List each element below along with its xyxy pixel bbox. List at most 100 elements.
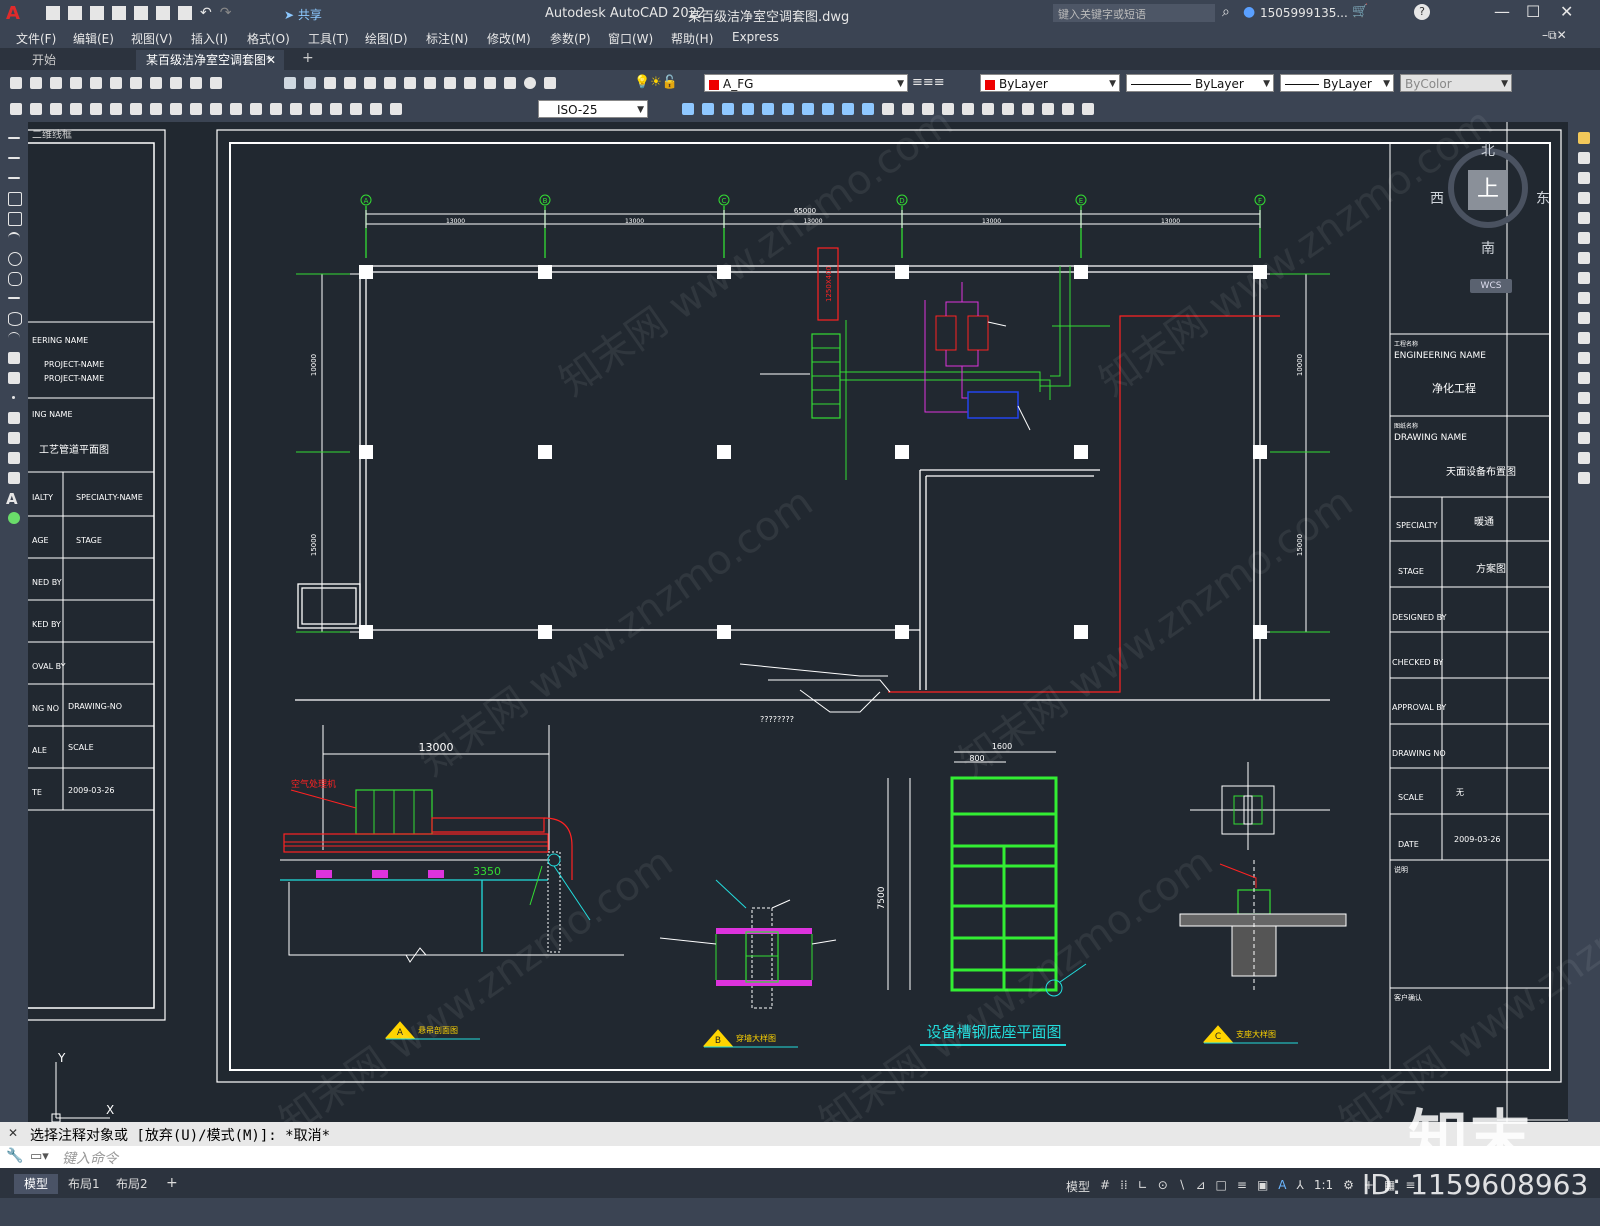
viewcube[interactable]: 上 北 南 西 东 — [1430, 143, 1550, 270]
menu-window[interactable]: 窗口(W) — [608, 30, 653, 47]
polygon-icon[interactable] — [6, 190, 22, 206]
rectangle-icon[interactable] — [6, 210, 22, 226]
construction-line-icon[interactable] — [6, 150, 22, 166]
new-tab-icon[interactable]: + — [302, 50, 314, 66]
dim-aligned-icon[interactable] — [28, 101, 44, 117]
mtext-icon[interactable]: A — [6, 490, 22, 508]
scale-value[interactable]: 1:1 — [1314, 1178, 1333, 1192]
menu-express[interactable]: Express — [732, 30, 779, 44]
qnew-icon[interactable] — [8, 75, 24, 91]
circle-icon[interactable] — [6, 250, 22, 266]
realistic-icon[interactable] — [940, 101, 956, 117]
dim-diameter-icon[interactable] — [128, 101, 144, 117]
wcs-button[interactable]: WCS — [1470, 279, 1512, 293]
blend-icon[interactable] — [1576, 450, 1592, 466]
brush-icon[interactable] — [208, 75, 224, 91]
help-tb-icon[interactable] — [522, 75, 538, 91]
dim-arc-icon[interactable] — [48, 101, 64, 117]
menu-insert[interactable]: 插入(I) — [191, 30, 228, 47]
open-icon[interactable] — [68, 6, 82, 20]
center-mark-icon[interactable] — [288, 101, 304, 117]
user-name[interactable]: 1505999135... — [1260, 6, 1348, 20]
redo-icon[interactable]: ↷ — [220, 6, 232, 20]
trim-icon[interactable] — [1576, 310, 1592, 326]
wireframe-icon[interactable] — [900, 101, 916, 117]
array-icon[interactable] — [1576, 210, 1592, 226]
extend-icon[interactable] — [1576, 330, 1592, 346]
tab-start[interactable]: 开始 — [14, 50, 134, 70]
ellipse-icon[interactable] — [6, 310, 22, 326]
menu-tools[interactable]: 工具(T) — [308, 30, 349, 47]
new-icon[interactable] — [46, 6, 60, 20]
tolerance-icon[interactable] — [268, 101, 284, 117]
tool-palette-icon[interactable] — [442, 75, 458, 91]
view-se-icon[interactable] — [820, 101, 836, 117]
layout-tab-1[interactable]: 布局1 — [58, 1174, 110, 1194]
viewcube-face-top[interactable]: 上 — [1468, 170, 1508, 210]
viewcube-east[interactable]: 东 — [1536, 188, 1550, 208]
copy-object-icon[interactable] — [1576, 150, 1592, 166]
command-input[interactable]: 键入命令 — [62, 1148, 118, 1168]
dim-edit-icon[interactable] — [348, 101, 364, 117]
design-center-icon[interactable] — [422, 75, 438, 91]
tab-document[interactable]: 某百级洁净室空调套图* ✕ — [136, 50, 284, 70]
preview-icon[interactable] — [88, 75, 104, 91]
gradient-icon[interactable] — [6, 430, 22, 446]
stretch-icon[interactable] — [1576, 290, 1592, 306]
visual-style-icon[interactable] — [880, 101, 896, 117]
view-back-icon[interactable] — [780, 101, 796, 117]
isodraft-icon[interactable]: ∖ — [1178, 1178, 1186, 1192]
user-icon[interactable]: ● — [1243, 4, 1255, 20]
dim-angular-icon[interactable] — [148, 101, 164, 117]
light-icon[interactable] — [1080, 101, 1096, 117]
workspace-icon[interactable]: ⚙ — [1343, 1178, 1354, 1192]
inspection-icon[interactable] — [308, 101, 324, 117]
command-close-icon[interactable]: ✕ — [8, 1126, 18, 1140]
rotate-icon[interactable] — [1576, 250, 1592, 266]
undo-tb-icon[interactable] — [282, 75, 298, 91]
shaded-icon[interactable] — [980, 101, 996, 117]
viewcube-south[interactable]: 南 — [1481, 238, 1495, 258]
osnap-icon[interactable]: ⊿ — [1195, 1178, 1205, 1192]
dim-radius-icon[interactable] — [88, 101, 104, 117]
view-right-icon[interactable] — [740, 101, 756, 117]
dim-text-edit-icon[interactable] — [368, 101, 384, 117]
ortho-icon[interactable]: ∟ — [1138, 1178, 1148, 1192]
menu-help[interactable]: 帮助(H) — [671, 30, 713, 47]
paste-icon[interactable] — [168, 75, 184, 91]
search-icon[interactable]: ⌕ — [1222, 4, 1230, 20]
menu-edit[interactable]: 编辑(E) — [73, 30, 114, 47]
dim-break-icon[interactable] — [248, 101, 264, 117]
menu-view[interactable]: 视图(V) — [131, 30, 173, 47]
polyline-icon[interactable] — [6, 170, 22, 186]
break-point-icon[interactable] — [1576, 350, 1592, 366]
hidden-icon[interactable] — [920, 101, 936, 117]
otrack-icon[interactable]: □ — [1216, 1178, 1227, 1192]
layout-tab-model[interactable]: 模型 — [14, 1174, 59, 1194]
scale-icon[interactable] — [1576, 270, 1592, 286]
zoom-realtime-icon[interactable] — [342, 75, 358, 91]
menu-format[interactable]: 格式(O) — [247, 30, 290, 47]
qopen-icon[interactable] — [28, 75, 44, 91]
calculator-icon[interactable] — [502, 75, 518, 91]
search-input[interactable]: 键入关键字或短语 — [1058, 6, 1146, 22]
make-block-icon[interactable] — [6, 370, 22, 386]
menu-modify[interactable]: 修改(M) — [487, 30, 531, 47]
drawing-svg[interactable]: 二维线框 EERING NAME PROJECT-NAME PROJECT-NA… — [28, 122, 1568, 1122]
line-icon[interactable] — [6, 130, 22, 146]
lineweight-dropdown[interactable]: ByLayer ▼ — [1280, 74, 1394, 92]
doc-window-controls[interactable]: –⧉✕ — [1542, 28, 1567, 43]
properties-icon[interactable] — [402, 75, 418, 91]
insert-block-icon[interactable] — [6, 350, 22, 366]
web-open-icon[interactable] — [134, 6, 148, 20]
break-icon[interactable] — [1576, 370, 1592, 386]
help-icon[interactable]: ? — [1414, 4, 1430, 20]
menu-parametric[interactable]: 参数(P) — [550, 30, 591, 47]
markup-icon[interactable] — [482, 75, 498, 91]
match-prop-icon[interactable] — [188, 75, 204, 91]
dim-update-icon[interactable] — [388, 101, 404, 117]
dim-continue-icon[interactable] — [208, 101, 224, 117]
saveas-icon[interactable] — [112, 6, 126, 20]
plotstyle-dropdown[interactable]: ByColor ▼ — [1400, 74, 1512, 92]
dimstyle-dropdown[interactable]: ISO-25 ▼ — [538, 100, 648, 118]
